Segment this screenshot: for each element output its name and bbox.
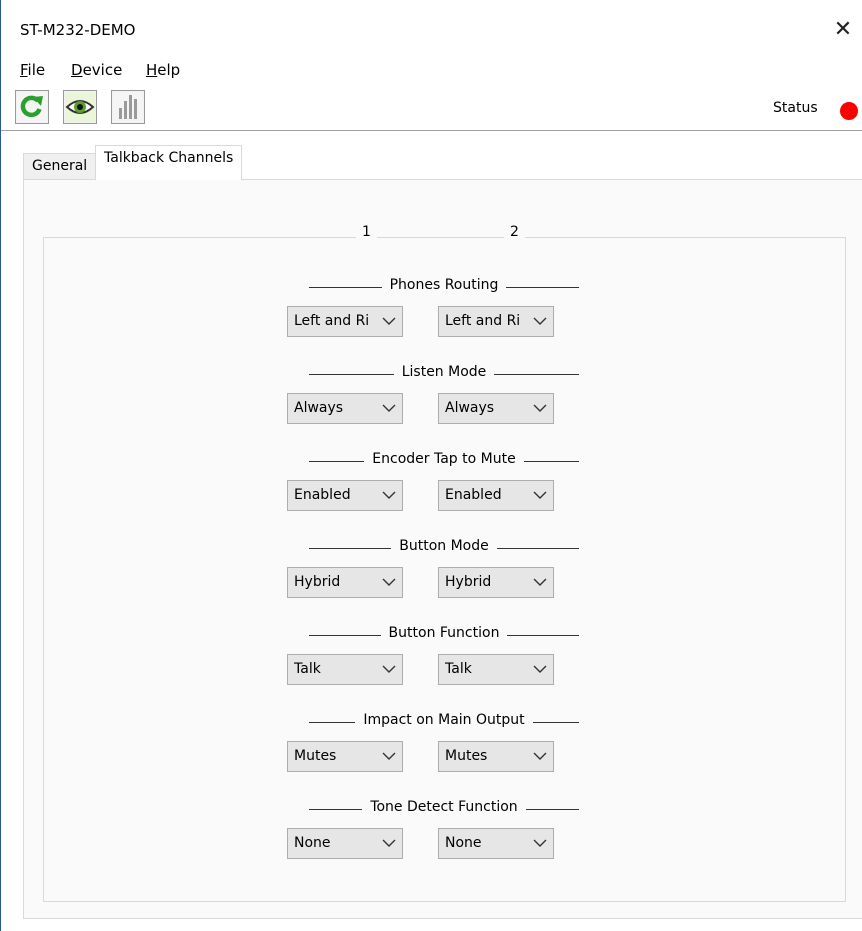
status-indicator [840,102,858,120]
phones-routing-select-ch1[interactable]: Left and Ri [287,306,403,337]
section-title: Tone Detect Function [309,799,579,815]
section-header-listen-mode: Listen Mode [309,364,579,384]
chevron-down-icon [533,665,547,673]
menu-help[interactable]: Help [146,61,180,79]
select-value: Enabled [294,487,351,503]
section-title-text: Listen Mode [393,364,495,380]
section-title: Button Mode [309,538,579,554]
app-window: ST-M232-DEMO ✕ File Device Help Status G… [0,0,862,931]
section-title: Encoder Tap to Mute [309,451,579,467]
impact-on-main-output-select-ch2[interactable]: Mutes [438,741,554,772]
chevron-down-icon [533,404,547,412]
tab-general-label: General [32,158,88,174]
title-bar[interactable]: ST-M232-DEMO ✕ [1,0,862,54]
encoder-tap-to-mute-select-ch1[interactable]: Enabled [287,480,403,511]
menu-file[interactable]: File [20,61,45,79]
tab-talkback-channels-label: Talkback Channels [104,150,234,166]
select-value: Mutes [294,748,337,764]
section-title-text: Tone Detect Function [362,799,526,815]
eye-icon [65,92,95,122]
select-value: Hybrid [445,574,492,590]
refresh-icon [17,92,47,122]
select-value: Always [294,400,344,416]
menu-device[interactable]: Device [71,61,122,79]
button-mode-select-ch1[interactable]: Hybrid [287,567,403,598]
menu-bar: File Device Help [1,58,862,84]
tone-detect-function-select-ch1[interactable]: None [287,828,403,859]
menu-device-accel: D [71,61,83,79]
menu-file-accel: F [20,61,28,79]
encoder-tap-to-mute-select-ch2[interactable]: Enabled [438,480,554,511]
section-title: Phones Routing [309,277,579,293]
chevron-down-icon [533,317,547,325]
chevron-down-icon [382,752,396,760]
tab-general[interactable]: General [23,153,97,179]
section-header-encoder-tap-to-mute: Encoder Tap to Mute [309,451,579,471]
meter-icon [113,92,143,122]
menu-file-rest: ile [27,61,46,79]
impact-on-main-output-select-ch1[interactable]: Mutes [287,741,403,772]
chevron-down-icon [382,578,396,586]
tab-talkback-channels[interactable]: Talkback Channels [95,145,243,180]
section-title: Button Function [309,625,579,641]
select-value: Enabled [445,487,502,503]
section-title-text: Button Mode [391,538,497,554]
select-value: Left and Ri [294,313,370,329]
section-header-impact-on-main-output: Impact on Main Output [309,712,579,732]
view-button[interactable] [63,90,97,124]
section-title: Listen Mode [309,364,579,380]
menu-help-rest: elp [157,61,181,79]
select-value: None [445,835,482,851]
refresh-button[interactable] [15,90,49,124]
channel-1-header: 1 [356,224,377,240]
tone-detect-function-select-ch2[interactable]: None [438,828,554,859]
section-header-tone-detect-function: Tone Detect Function [309,799,579,819]
select-value: Mutes [445,748,488,764]
chevron-down-icon [533,491,547,499]
chevron-down-icon [533,839,547,847]
chevron-down-icon [382,839,396,847]
phones-routing-select-ch2[interactable]: Left and Ri [438,306,554,337]
section-header-button-function: Button Function [309,625,579,645]
menu-help-accel: H [146,61,158,79]
section-title-text: Button Function [380,625,508,641]
chevron-down-icon [382,665,396,673]
chevron-down-icon [533,578,547,586]
menu-device-rest: evice [82,61,123,79]
section-title: Impact on Main Output [309,712,579,728]
talkback-channels-panel: 1 2 Phones Routing Left and Ri Left and Ri… [23,179,862,919]
channel-2-header: 2 [504,224,525,240]
chevron-down-icon [533,752,547,760]
meter-button[interactable] [111,90,145,124]
select-value: Talk [445,661,472,677]
window-title: ST-M232-DEMO [20,21,136,39]
button-mode-select-ch2[interactable]: Hybrid [438,567,554,598]
section-header-phones-routing: Phones Routing [309,277,579,297]
listen-mode-select-ch1[interactable]: Always [287,393,403,424]
select-value: Left and Ri [445,313,521,329]
button-function-select-ch1[interactable]: Talk [287,654,403,685]
select-value: None [294,835,331,851]
chevron-down-icon [382,404,396,412]
button-function-select-ch2[interactable]: Talk [438,654,554,685]
section-header-button-mode: Button Mode [309,538,579,558]
status-label: Status [773,100,818,116]
section-title-text: Encoder Tap to Mute [364,451,524,467]
section-title-text: Phones Routing [381,277,507,293]
close-button[interactable]: ✕ [823,14,862,46]
toolbar: Status [1,86,862,131]
listen-mode-select-ch2[interactable]: Always [438,393,554,424]
select-value: Always [445,400,495,416]
select-value: Hybrid [294,574,341,590]
select-value: Talk [294,661,321,677]
section-title-text: Impact on Main Output [355,712,533,728]
chevron-down-icon [382,491,396,499]
chevron-down-icon [382,317,396,325]
